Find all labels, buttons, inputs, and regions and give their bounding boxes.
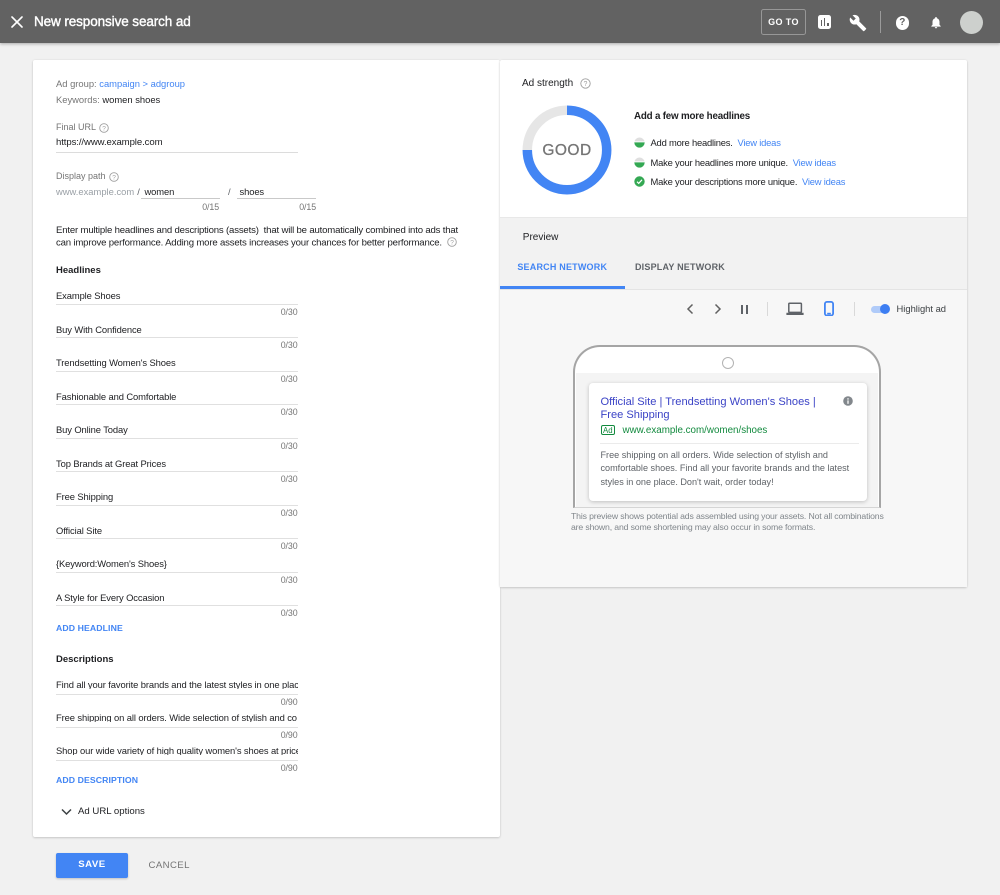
svg-text:?: ? [102, 125, 106, 132]
svg-text:?: ? [112, 174, 116, 181]
svg-text:?: ? [450, 240, 454, 247]
svg-text:?: ? [584, 81, 588, 88]
